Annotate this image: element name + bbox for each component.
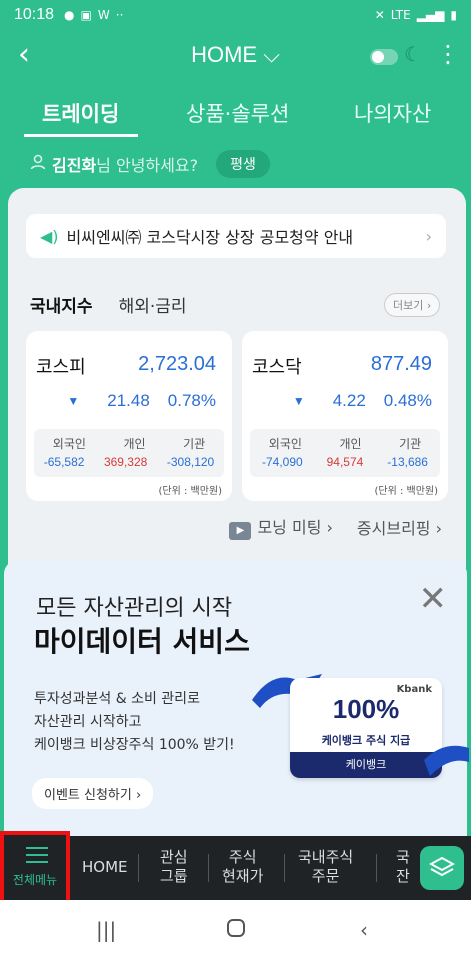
layers-icon: [429, 856, 455, 877]
market-panel: ◀) 비씨엔씨㈜ 코스닥시장 상장 공모청약 안내 › 국내지수 해외·금리 더…: [8, 188, 466, 568]
mute-icon: ✕: [374, 8, 385, 22]
kospi-card[interactable]: 코스피 2,723.04 ▼ 21.48 0.78% 외국인 개인 기관 -65…: [26, 331, 232, 501]
kosdaq-card[interactable]: 코스닥 877.49 ▼ 4.22 0.48% 외국인 개인 기관 -74,09…: [242, 331, 448, 501]
notice-text: 비씨엔씨㈜ 코스닥시장 상장 공모청약 안내: [66, 228, 354, 247]
status-time: 10:18: [14, 6, 55, 23]
tab-indicator: [24, 134, 138, 137]
moon-icon: ☾: [404, 42, 422, 66]
nav-divider: [284, 854, 285, 882]
signal-icon: ▂▄▆: [416, 8, 445, 22]
banner-title: 마이데이터 서비스: [34, 625, 250, 658]
nav-divider: [138, 854, 139, 882]
change-pct: 0.48%: [383, 391, 432, 410]
banner-description: 투자성과분석 & 소비 관리로 자산관리 시작하고 케이뱅크 비상장주식 100…: [34, 691, 235, 753]
investor-label: 기관: [399, 437, 422, 451]
speaker-icon: ◀): [40, 226, 59, 246]
index-value: 877.49: [370, 353, 432, 375]
user-icon: [30, 154, 46, 174]
tab-products[interactable]: 상품·솔루션: [186, 98, 289, 128]
nav-partial[interactable]: 국잔: [396, 848, 410, 886]
network-label: LTE: [390, 8, 411, 22]
play-icon: ▶: [229, 522, 252, 540]
promo-banner[interactable]: 모든 자산관리의 시작 마이데이터 서비스 투자성과분석 & 소비 관리로 자산…: [4, 560, 469, 838]
toggle-knob: [372, 51, 384, 63]
investor-value: 369,328: [103, 455, 148, 469]
report-links: ▶ 모닝 미팅 › 증시브리핑 ›: [229, 514, 442, 540]
banner-subtitle: 모든 자산관리의 시작: [36, 596, 233, 621]
ticket-percent: 100%: [332, 694, 400, 724]
system-nav: ||| ‹: [0, 900, 471, 958]
main-tabs: 트레이딩 상품·솔루션 나의자산: [0, 92, 471, 142]
investor-label: 개인: [123, 437, 146, 451]
investor-box: 외국인 개인 기관 -65,582 369,328 -308,120: [34, 429, 224, 477]
kbank-ticket: Kbank 100% 케이뱅크 주식 지급 케이뱅크: [290, 678, 442, 778]
unit-label: (단위 : 백만원): [158, 486, 222, 497]
more-notifications: ··: [115, 8, 124, 22]
notification-w: W: [97, 8, 110, 22]
nav-stock-price[interactable]: 주식 현재가: [222, 848, 263, 886]
notification-icon: ●: [64, 8, 75, 22]
nav-watch-group[interactable]: 관심 그룹: [160, 848, 188, 886]
index-change: ▼ 4.22 0.48%: [292, 391, 432, 411]
ticket-label: 케이뱅크 주식 지급: [321, 734, 411, 747]
investor-label: 기관: [183, 437, 206, 451]
all-menu-label: 전체메뉴: [12, 873, 58, 887]
back-nav-icon[interactable]: ‹: [360, 918, 368, 942]
nav-domestic-order[interactable]: 국내주식 주문: [298, 848, 353, 886]
ticket-footer: 케이뱅크: [290, 752, 442, 778]
ribbon-decoration: [424, 745, 469, 776]
grade-badge[interactable]: 평생: [216, 150, 270, 178]
morning-meeting-link[interactable]: ▶ 모닝 미팅 ›: [229, 514, 333, 540]
nav-divider: [376, 854, 377, 882]
market-briefing-link[interactable]: 증시브리핑 ›: [357, 515, 442, 539]
investor-value: -13,686: [387, 455, 428, 469]
down-arrow-icon: ▼: [292, 394, 305, 408]
tab-my-assets[interactable]: 나의자산: [354, 98, 431, 128]
battery-icon: ▮: [450, 8, 457, 22]
hamburger-icon: [26, 847, 48, 868]
tab-trading[interactable]: 트레이딩: [42, 98, 119, 128]
index-change: ▼ 21.48 0.78%: [67, 391, 216, 411]
index-tabs: 국내지수 해외·금리: [30, 292, 187, 317]
index-name: 코스닥: [252, 357, 302, 378]
more-icon[interactable]: ⋮: [436, 42, 460, 66]
greeting: 김진화님 안녕하세요? 평생: [30, 150, 270, 178]
nav-home[interactable]: HOME: [82, 858, 128, 877]
app-bar: ‹ HOME ⌵ ☾ ⋮: [0, 30, 471, 82]
talk-icon: ▣: [80, 8, 92, 22]
investor-value: 94,574: [326, 455, 364, 469]
investor-box: 외국인 개인 기관 -74,090 94,574 -13,686: [250, 429, 440, 477]
user-name: 김진화: [52, 156, 97, 175]
tab-domestic-index[interactable]: 국내지수: [30, 292, 93, 317]
down-arrow-icon: ▼: [67, 394, 80, 408]
investor-label: 개인: [339, 437, 362, 451]
recent-apps-icon[interactable]: |||: [96, 918, 116, 942]
theme-toggle[interactable]: [370, 49, 398, 65]
investor-label: 외국인: [268, 437, 302, 451]
greeting-text: 님 안녕하세요?: [96, 156, 199, 175]
notice-banner[interactable]: ◀) 비씨엔씨㈜ 코스닥시장 상장 공모청약 안내 ›: [26, 214, 446, 258]
page-title[interactable]: HOME ⌵: [0, 42, 471, 68]
home-icon[interactable]: [226, 918, 246, 943]
index-value: 2,723.04: [138, 353, 216, 375]
index-name: 코스피: [36, 357, 86, 378]
all-menu-button[interactable]: 전체메뉴: [0, 831, 70, 905]
more-button[interactable]: 더보기 ›: [384, 293, 441, 317]
unit-label: (단위 : 백만원): [374, 486, 438, 497]
investor-value: -74,090: [261, 455, 303, 469]
tab-global-rates[interactable]: 해외·금리: [119, 292, 187, 317]
chevron-right-icon: ›: [425, 226, 432, 246]
bottom-nav: 전체메뉴 HOME 관심 그룹 주식 현재가 국내주식 주문 국잔: [0, 831, 471, 905]
layers-button[interactable]: [420, 846, 464, 890]
investor-value: -65,582: [43, 455, 85, 469]
change-value: 4.22: [332, 391, 366, 410]
investor-label: 외국인: [52, 437, 86, 451]
close-icon[interactable]: ✕: [419, 582, 448, 616]
change-value: 21.48: [107, 391, 150, 410]
investor-value: -308,120: [166, 455, 215, 469]
nav-divider: [208, 854, 209, 882]
event-apply-button[interactable]: 이벤트 신청하기 ›: [32, 778, 154, 809]
status-bar: 10:18 ● ▣ W ·· ✕ LTE ▂▄▆ ▮: [0, 0, 471, 30]
change-pct: 0.78%: [167, 391, 216, 410]
